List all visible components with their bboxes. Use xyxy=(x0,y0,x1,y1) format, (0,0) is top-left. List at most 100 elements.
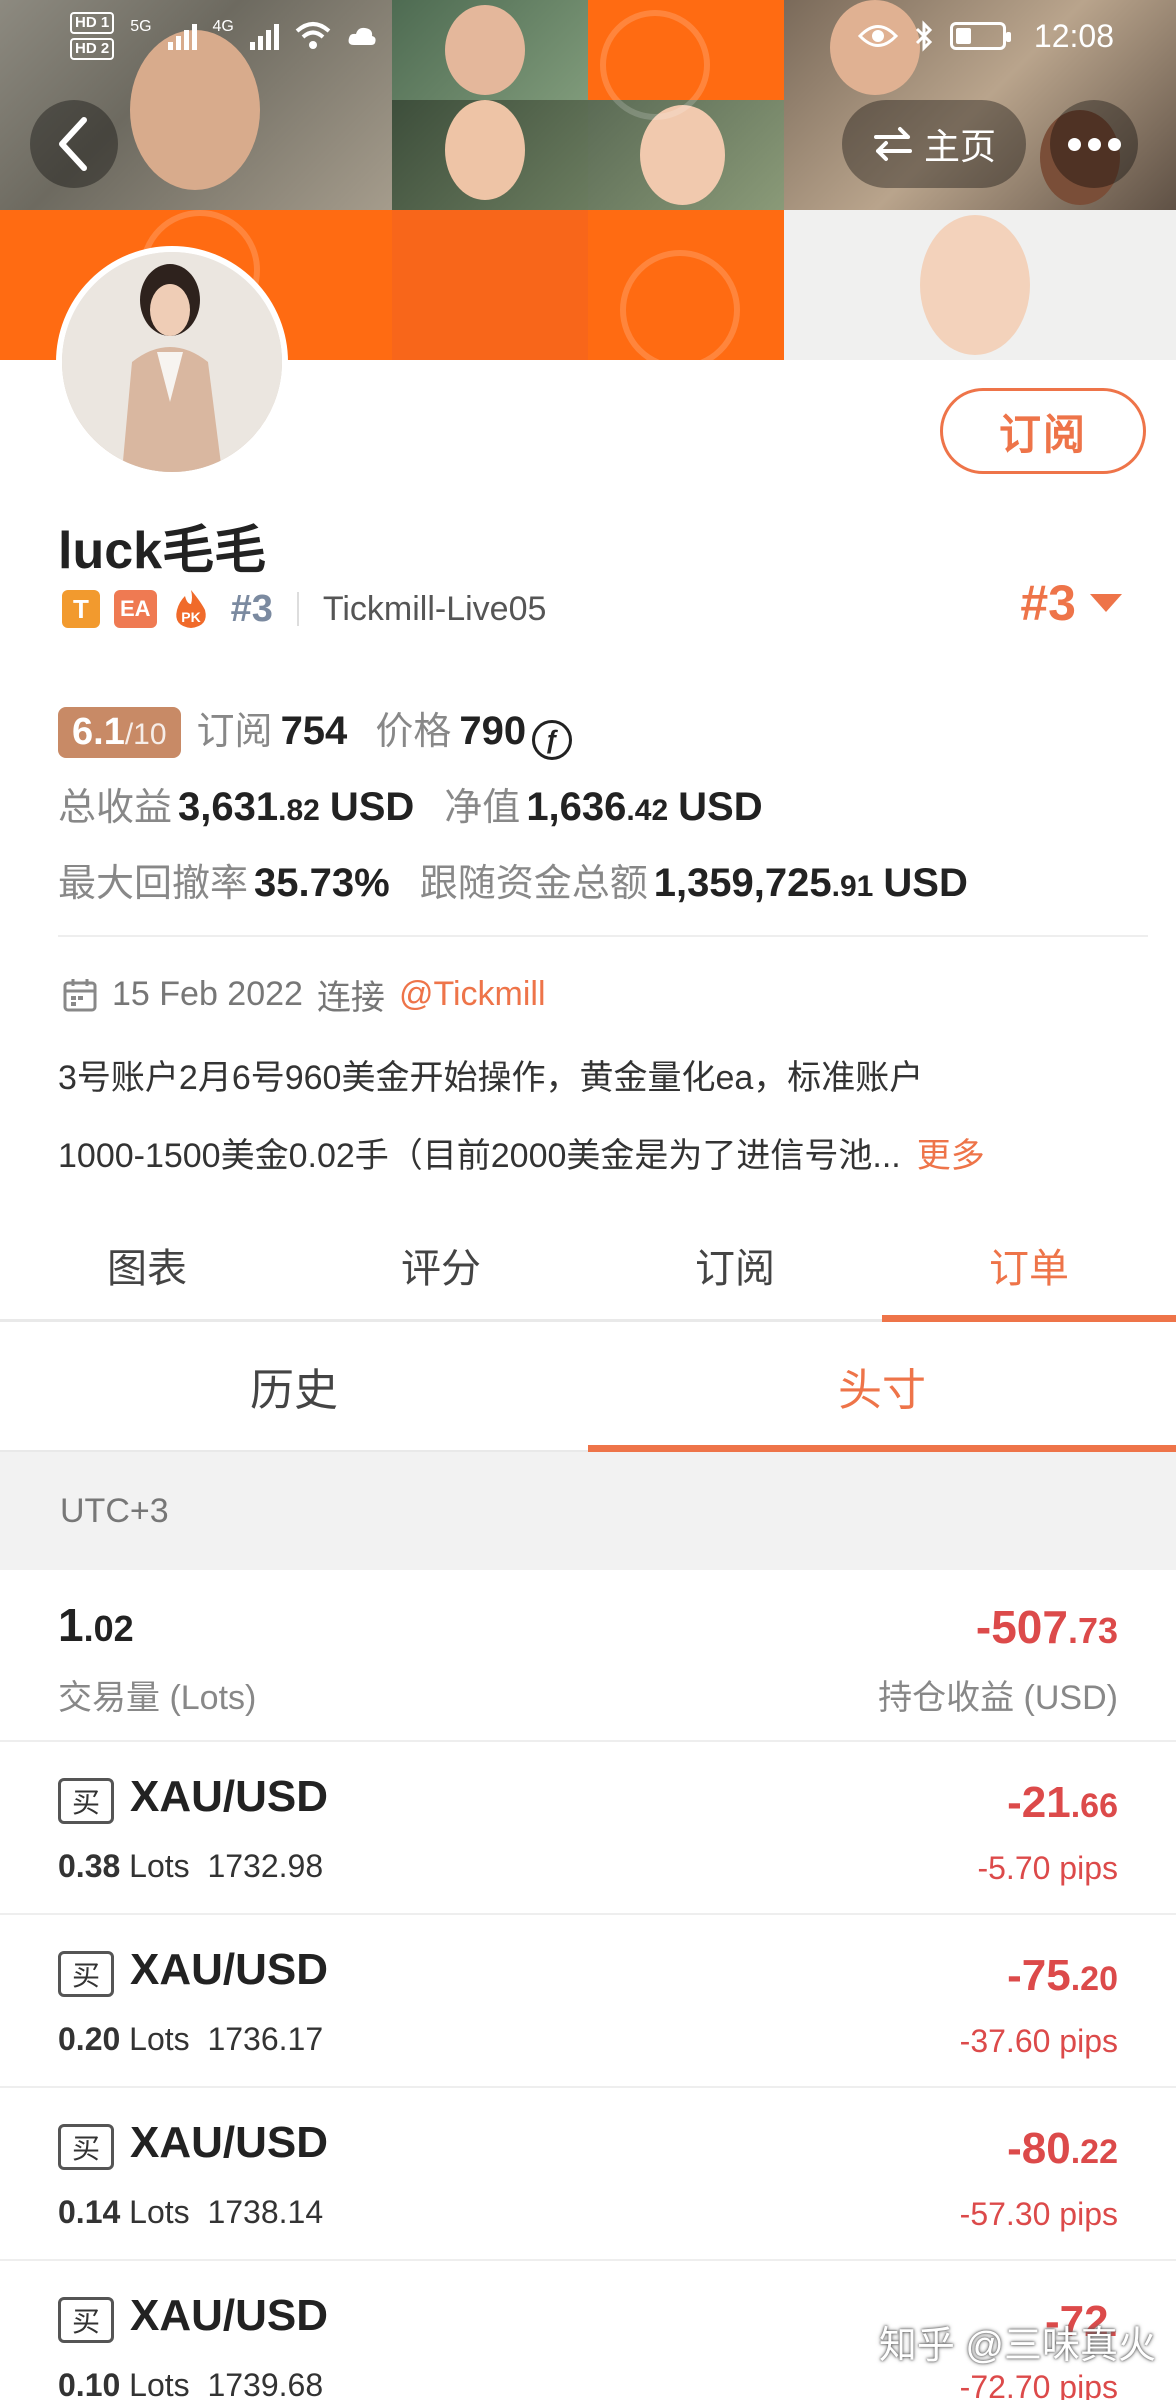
tab-chart[interactable]: 图表 xyxy=(0,1210,294,1319)
position-profit: -75.20 xyxy=(1007,1951,1118,2001)
follow-funds-int: 1,359,725 xyxy=(653,861,832,905)
position-row[interactable]: 买 XAU/USD 0.38 Lots 1732.98 -21.66 -5.70… xyxy=(0,1742,1176,1915)
back-button[interactable] xyxy=(30,100,118,188)
eye-icon xyxy=(857,25,898,47)
tab-subscription[interactable]: 订阅 xyxy=(588,1210,882,1319)
avatar[interactable] xyxy=(56,246,288,478)
pk-label: PK xyxy=(181,609,200,625)
signal-icon xyxy=(249,22,279,50)
hd2-label: HD 2 xyxy=(70,38,115,60)
status-bar: HD 1 HD 2 5G 4G 12:08 xyxy=(0,0,1176,72)
broker-link[interactable]: @Tickmill xyxy=(399,975,546,1014)
stats-row-3: 最大回撤率 35.73% 跟随资金总额 1,359,725.91 USD xyxy=(58,852,968,907)
order-subtabs: 历史 头寸 xyxy=(0,1322,1176,1452)
floating-pl-dec: .73 xyxy=(1067,1610,1118,1651)
price-value: 790 xyxy=(459,709,527,753)
floating-pl-int: -507 xyxy=(975,1601,1068,1653)
banner-orange-tile xyxy=(392,210,588,360)
position-row[interactable]: 买 XAU/USD 0.14 Lots 1738.14 -80.22 -57.3… xyxy=(0,2088,1176,2261)
total-lots: 1.02 xyxy=(58,1598,134,1652)
drawdown-label: 最大回撤率 xyxy=(58,863,249,905)
total-lots-dec: .02 xyxy=(83,1608,134,1649)
position-profit: -80.22 xyxy=(1007,2124,1118,2174)
clock: 12:08 xyxy=(1033,17,1114,54)
banner-pattern xyxy=(620,250,740,360)
more-button[interactable] xyxy=(1050,100,1138,188)
follow-funds-label: 跟随资金总额 xyxy=(419,863,648,905)
banner-face xyxy=(920,215,1030,355)
signal-icon xyxy=(167,22,197,50)
floating-pl-label: 持仓收益 (USD) xyxy=(878,1679,1118,1717)
connection-label: 连接 xyxy=(316,979,385,1017)
equity-int: 1,636 xyxy=(526,785,627,829)
home-button[interactable]: 主页 xyxy=(842,100,1026,188)
position-row[interactable]: 买 XAU/USD 0.20 Lots 1736.17 -75.20 -37.6… xyxy=(0,1915,1176,2088)
rank-label: #3 xyxy=(230,587,273,630)
tab-orders[interactable]: 订单 xyxy=(882,1210,1176,1322)
cloud-icon xyxy=(348,27,376,45)
total-profit-dec: .82 xyxy=(278,794,320,827)
badge-row: T EA PK #3 Tickmill-Live05 xyxy=(62,584,546,634)
tab-rating[interactable]: 评分 xyxy=(294,1210,588,1319)
stats-row-1: 6.1/10 订阅 754 价格 790 ƒ xyxy=(58,700,573,760)
position-symbol: XAU/USD xyxy=(130,2291,329,2340)
subtab-history[interactable]: 历史 xyxy=(0,1322,588,1450)
position-price: 1739.68 xyxy=(207,2367,324,2400)
equity-dec: .42 xyxy=(626,794,669,827)
equity-unit: USD xyxy=(678,785,763,829)
badge-ea[interactable]: EA xyxy=(114,590,157,628)
avatar-portrait xyxy=(62,252,282,472)
score-value: 6.1 xyxy=(72,711,125,753)
timezone-label: UTC+3 xyxy=(60,1491,169,1530)
position-lots: 0.10 xyxy=(58,2367,121,2400)
total-profit-unit: USD xyxy=(329,785,415,829)
total-lots-int: 1 xyxy=(58,1599,84,1651)
battery-icon xyxy=(949,22,1011,50)
subscribers-value: 754 xyxy=(280,709,348,753)
position-lots: 0.38 xyxy=(58,1848,121,1884)
price-label: 价格 xyxy=(375,711,452,753)
rank-dropdown[interactable]: #3 xyxy=(1020,574,1122,632)
more-link[interactable]: 更多 xyxy=(917,1137,985,1175)
caret-down-icon xyxy=(1090,594,1122,612)
more-dot-icon xyxy=(1107,137,1121,151)
description-line-1: 3号账户2月6号960美金开始操作，黄金量化ea，标准账户 xyxy=(58,1059,924,1097)
more-dot-icon xyxy=(1067,137,1081,151)
divider xyxy=(296,592,299,626)
position-details: 0.20 Lots 1736.17 xyxy=(58,2021,323,2058)
connection-row: 15 Feb 2022 连接 @Tickmill xyxy=(62,970,546,1019)
home-label: 主页 xyxy=(923,126,996,167)
hd1-label: HD 1 xyxy=(70,12,115,34)
position-lots-unit: Lots xyxy=(129,1848,190,1884)
subscribers-label: 订阅 xyxy=(196,711,273,753)
calendar-icon xyxy=(63,978,97,1011)
badge-t[interactable]: T xyxy=(62,590,100,628)
follow-funds-unit: USD xyxy=(883,861,968,905)
coin-icon: ƒ xyxy=(532,719,573,760)
position-pips: -37.60 pips xyxy=(959,2023,1118,2059)
position-profit-int: -21 xyxy=(1007,1778,1071,1827)
banner-face xyxy=(640,105,725,205)
subscribe-button[interactable]: 订阅 xyxy=(940,388,1146,474)
stats-row-2: 总收益 3,631.82 USD 净值 1,636.42 USD xyxy=(58,776,763,831)
position-profit-dec: .20 xyxy=(1070,1960,1118,1998)
position-symbol: XAU/USD xyxy=(130,2118,329,2167)
position-details: 0.14 Lots 1738.14 xyxy=(58,2194,323,2231)
buy-tag: 买 xyxy=(58,2297,114,2343)
position-pips: -57.30 pips xyxy=(959,2196,1118,2232)
position-profit: -21.66 xyxy=(1007,1778,1118,1828)
score-badge: 6.1/10 xyxy=(58,707,181,758)
buy-tag: 买 xyxy=(58,1778,114,1824)
more-dot-icon xyxy=(1087,137,1101,151)
bluetooth-icon xyxy=(915,20,933,52)
position-lots-unit: Lots xyxy=(129,2194,190,2230)
description-line-2: 1000-1500美金0.02手（目前2000美金是为了进信号池... 更多 xyxy=(58,1128,985,1177)
network-4g-label: 4G xyxy=(212,18,234,35)
badge-pk[interactable]: PK xyxy=(171,590,211,628)
floating-pl: -507.73 xyxy=(976,1600,1118,1654)
subtab-positions[interactable]: 头寸 xyxy=(588,1322,1176,1452)
buy-tag: 买 xyxy=(58,1951,114,1997)
main-tabs: 图表 评分 订阅 订单 xyxy=(0,1210,1176,1322)
positions-summary: 1.02 交易量 (Lots) -507.73 持仓收益 (USD) xyxy=(0,1570,1176,1742)
watermark: 知乎 @三味真火 xyxy=(878,2325,1156,2367)
